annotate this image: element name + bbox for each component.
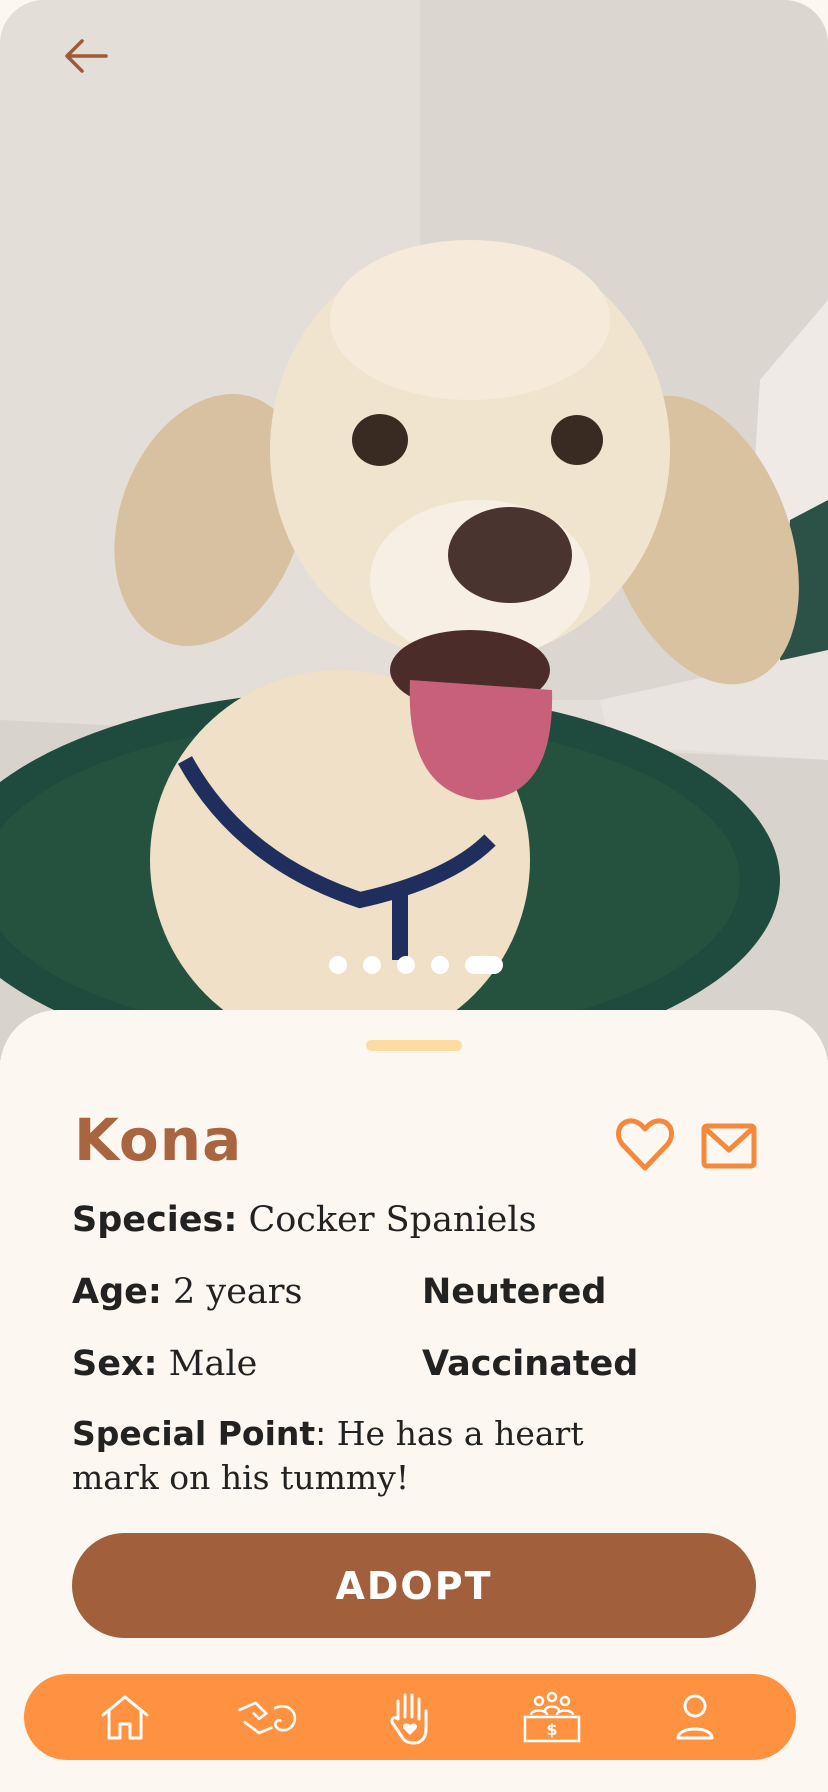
pet-photo[interactable]	[0, 0, 828, 1060]
arrow-left-icon	[65, 39, 108, 73]
gallery-dot[interactable]	[329, 956, 347, 974]
species-label: Species:	[72, 1200, 238, 1240]
neutered-label: Neutered	[422, 1272, 607, 1312]
profile-icon	[676, 1694, 714, 1740]
mail-icon	[701, 1123, 757, 1169]
heart-icon	[615, 1118, 675, 1171]
age-label: Age:	[72, 1272, 162, 1312]
pet-detail-screen: Kona Species: Cocker Spaniels Age: 2 yea…	[0, 0, 828, 1792]
special-point: Special Point: He has a heart mark on hi…	[72, 1412, 672, 1500]
sheet-drag-handle[interactable]	[366, 1040, 462, 1051]
message-button[interactable]	[700, 1118, 758, 1174]
vaccinated-status: Vaccinated	[422, 1344, 638, 1384]
nav-donate[interactable]: $	[520, 1685, 584, 1749]
sex-row: Sex: Male	[72, 1344, 257, 1384]
bottom-navigation: $	[24, 1674, 796, 1760]
sex-value: Male	[168, 1344, 258, 1384]
svg-text:$: $	[547, 1720, 558, 1739]
gallery-dot[interactable]	[397, 956, 415, 974]
gallery-dot-active[interactable]	[465, 956, 503, 974]
favorite-button[interactable]	[614, 1114, 676, 1176]
pet-hand-icon	[237, 1701, 296, 1735]
age-value: 2 years	[173, 1272, 303, 1312]
special-point-separator: :	[315, 1414, 327, 1453]
donation-icon: $	[524, 1691, 581, 1743]
age-row: Age: 2 years	[72, 1272, 302, 1312]
nav-home[interactable]	[93, 1685, 157, 1749]
nav-profile[interactable]	[663, 1685, 727, 1749]
home-icon	[101, 1695, 149, 1740]
species-row: Species: Cocker Spaniels	[72, 1200, 537, 1240]
special-point-label: Special Point	[72, 1414, 316, 1453]
pet-name: Kona	[74, 1106, 243, 1174]
nav-pets[interactable]	[236, 1685, 300, 1749]
vaccinated-label: Vaccinated	[422, 1344, 639, 1384]
back-button[interactable]	[64, 38, 120, 94]
species-value: Cocker Spaniels	[248, 1200, 537, 1240]
sex-label: Sex:	[72, 1344, 158, 1384]
volunteer-hand-icon	[390, 1693, 428, 1745]
neutered-status: Neutered	[422, 1272, 606, 1312]
gallery-dot[interactable]	[363, 956, 381, 974]
dog-photo-illustration	[0, 0, 828, 1060]
nav-volunteer[interactable]	[378, 1685, 442, 1749]
adopt-button[interactable]: ADOPT	[72, 1533, 756, 1638]
gallery-pagination	[0, 956, 828, 974]
gallery-dot[interactable]	[431, 956, 449, 974]
